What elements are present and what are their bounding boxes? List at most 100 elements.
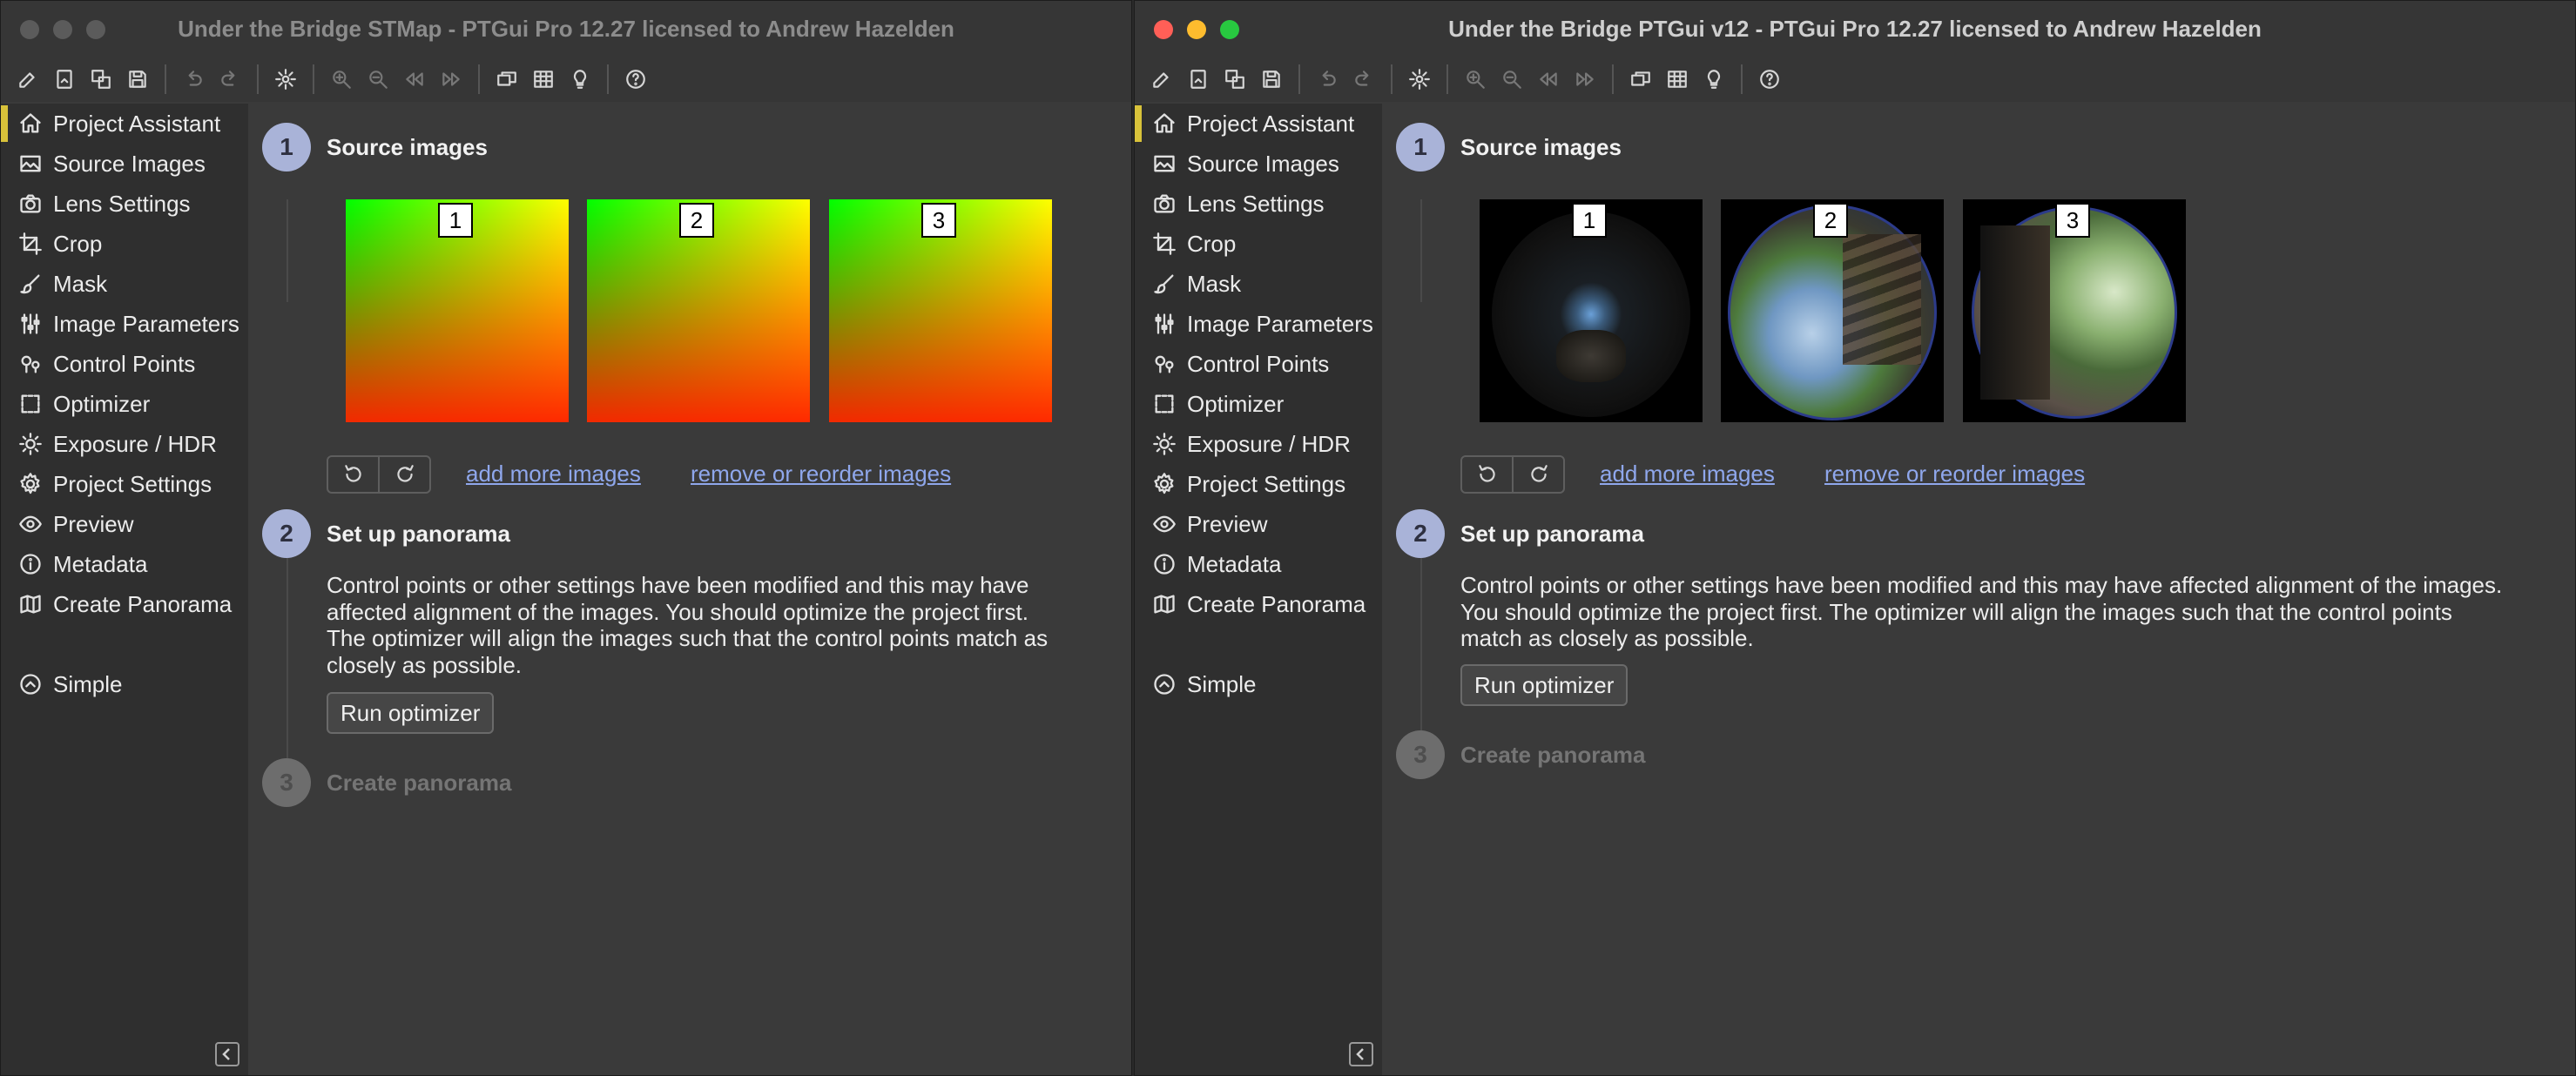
panorama-editor-button[interactable] <box>1626 64 1656 94</box>
simple-mode-toggle[interactable]: Simple <box>1 664 248 704</box>
sidebar-item-label: Mask <box>1187 270 1242 297</box>
settings-button[interactable] <box>1405 64 1434 94</box>
undo-button[interactable] <box>1312 64 1342 94</box>
sidebar-item-label: Create Panorama <box>1187 590 1366 617</box>
save-button[interactable] <box>123 64 152 94</box>
settings-button[interactable] <box>271 64 300 94</box>
sidebar-item-lens-settings[interactable]: Lens Settings <box>1 184 248 224</box>
add-more-images-link[interactable]: add more images <box>466 461 641 488</box>
minimize-window-button[interactable] <box>1187 20 1206 39</box>
save-button[interactable] <box>1257 64 1286 94</box>
sidebar-item-create-panorama[interactable]: Create Panorama <box>1 584 248 624</box>
zoom-window-button[interactable] <box>1220 20 1239 39</box>
sidebar-item-crop[interactable]: Crop <box>1135 224 1382 264</box>
remove-reorder-images-link[interactable]: remove or reorder images <box>691 461 951 488</box>
control-point-table-button[interactable] <box>1662 64 1692 94</box>
skip-back-button[interactable] <box>400 64 429 94</box>
zoom-out-button[interactable] <box>363 64 393 94</box>
sidebar-item-label: Exposure / HDR <box>53 430 217 457</box>
open-project-button[interactable] <box>50 64 79 94</box>
help-button[interactable] <box>621 64 651 94</box>
sidebar-item-project-settings[interactable]: Project Settings <box>1135 464 1382 504</box>
new-project-button[interactable] <box>1147 64 1177 94</box>
new-project-button[interactable] <box>13 64 43 94</box>
zoom-out-button[interactable] <box>1497 64 1527 94</box>
toolbar <box>1135 57 2575 102</box>
sidebar-item-project-settings[interactable]: Project Settings <box>1 464 248 504</box>
control-point-table-button[interactable] <box>529 64 558 94</box>
sidebar-item-label: Image Parameters <box>1187 310 1373 337</box>
sidebar-item-image-parameters[interactable]: Image Parameters <box>1 304 248 344</box>
sidebar-item-label: Metadata <box>1187 550 1282 577</box>
step-connector <box>287 558 288 758</box>
source-image-thumbnail[interactable]: 2 <box>587 199 810 422</box>
sidebar-item-preview[interactable]: Preview <box>1135 504 1382 544</box>
rotate-left-button[interactable] <box>328 457 378 492</box>
skip-back-button[interactable] <box>1534 64 1563 94</box>
zoom-in-button[interactable] <box>1460 64 1490 94</box>
run-optimizer-button[interactable]: Run optimizer <box>327 692 495 734</box>
sidebar-item-project-assistant[interactable]: Project Assistant <box>1135 104 1382 144</box>
sidebar-item-crop[interactable]: Crop <box>1 224 248 264</box>
panorama-editor-button[interactable] <box>492 64 522 94</box>
source-image-thumbnail[interactable]: 3 <box>1963 199 2186 422</box>
collapse-sidebar-button[interactable] <box>215 1042 239 1066</box>
sidebar-item-lens-settings[interactable]: Lens Settings <box>1135 184 1382 224</box>
zoom-window-button[interactable] <box>86 20 105 39</box>
new-project-icon <box>1153 72 1169 88</box>
rotate-right-button[interactable] <box>378 457 429 492</box>
zoom-in-button[interactable] <box>327 64 356 94</box>
redo-button[interactable] <box>1349 64 1379 94</box>
save-icon <box>1263 71 1280 88</box>
step-1-title: Source images <box>1460 134 1622 160</box>
remove-reorder-images-link[interactable]: remove or reorder images <box>1824 461 2085 488</box>
sidebar-item-create-panorama[interactable]: Create Panorama <box>1135 584 1382 624</box>
source-image-thumbnail[interactable]: 1 <box>346 199 569 422</box>
sidebar-item-mask[interactable]: Mask <box>1135 264 1382 304</box>
redo-button[interactable] <box>215 64 245 94</box>
help-button[interactable] <box>1755 64 1784 94</box>
sidebar-item-exposure-hdr[interactable]: Exposure / HDR <box>1 424 248 464</box>
rotate-left-button[interactable] <box>1462 457 1512 492</box>
source-image-thumbnail[interactable]: 3 <box>829 199 1052 422</box>
run-optimizer-button[interactable]: Run optimizer <box>1460 664 1629 706</box>
open-project-icon <box>57 70 72 89</box>
collapse-sidebar-button[interactable] <box>1349 1042 1373 1066</box>
skip-forward-button[interactable] <box>436 64 466 94</box>
sidebar-item-preview[interactable]: Preview <box>1 504 248 544</box>
simple-mode-label: Simple <box>53 670 123 697</box>
sidebar-item-source-images[interactable]: Source Images <box>1135 144 1382 184</box>
sidebar-item-metadata[interactable]: Metadata <box>1 544 248 584</box>
sidebar-item-control-points[interactable]: Control Points <box>1 344 248 384</box>
step-2-number: 2 <box>262 509 311 558</box>
sidebar-item-exposure-hdr[interactable]: Exposure / HDR <box>1135 424 1382 464</box>
rotate-right-button[interactable] <box>1512 457 1563 492</box>
sidebar-item-project-assistant[interactable]: Project Assistant <box>1 104 248 144</box>
sidebar-item-optimizer[interactable]: Optimizer <box>1 384 248 424</box>
close-window-button[interactable] <box>1154 20 1173 39</box>
sidebar-item-control-points[interactable]: Control Points <box>1135 344 1382 384</box>
title-bar[interactable]: Under the Bridge PTGui v12 - PTGui Pro 1… <box>1135 1 2575 57</box>
sidebar-item-mask[interactable]: Mask <box>1 264 248 304</box>
info-icon <box>20 554 41 575</box>
gear-icon <box>20 473 40 494</box>
source-image-thumbnail[interactable]: 1 <box>1480 199 1703 422</box>
sidebar-item-metadata[interactable]: Metadata <box>1135 544 1382 584</box>
undo-button[interactable] <box>179 64 208 94</box>
sidebar-item-source-images[interactable]: Source Images <box>1 144 248 184</box>
skip-forward-button[interactable] <box>1570 64 1600 94</box>
minimize-window-button[interactable] <box>53 20 72 39</box>
lightbulb-button[interactable] <box>565 64 595 94</box>
sidebar-item-image-parameters[interactable]: Image Parameters <box>1135 304 1382 344</box>
sidebar-item-optimizer[interactable]: Optimizer <box>1135 384 1382 424</box>
source-image-thumbnail[interactable]: 2 <box>1721 199 1944 422</box>
project-assistant-panel: 1 Source images 1 2 3 add more images re… <box>248 104 1131 1075</box>
copy-button[interactable] <box>86 64 116 94</box>
add-more-images-link[interactable]: add more images <box>1600 461 1775 488</box>
lightbulb-button[interactable] <box>1699 64 1729 94</box>
simple-mode-toggle[interactable]: Simple <box>1135 664 1382 704</box>
title-bar[interactable]: Under the Bridge STMap - PTGui Pro 12.27… <box>1 1 1131 57</box>
open-project-button[interactable] <box>1183 64 1213 94</box>
copy-button[interactable] <box>1220 64 1250 94</box>
close-window-button[interactable] <box>20 20 39 39</box>
